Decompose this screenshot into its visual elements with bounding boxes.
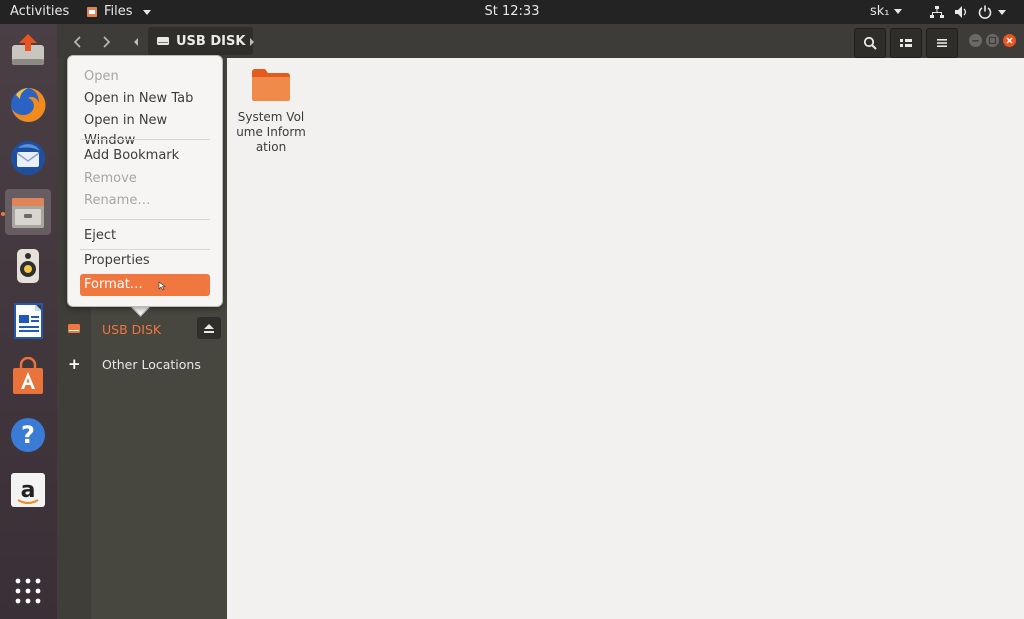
menu-item-eject[interactable]: Eject [84,226,116,246]
file-view[interactable] [227,58,1024,619]
search-icon [863,36,877,50]
context-menu: Open Open in New Tab Open in New Window … [67,55,223,307]
app-menu-label: Files [104,4,133,19]
maximize-icon [988,36,997,45]
svg-text:a: a [21,478,36,503]
close-icon [1006,37,1013,44]
amazon-icon: a [11,473,45,507]
dock-amazon[interactable]: a [5,467,51,513]
power-icon [978,5,992,19]
menu-item-open-new-tab[interactable]: Open in New Tab [84,89,193,109]
sidebar-item-label: Other Locations [102,356,201,372]
firefox-icon [11,87,46,122]
minimize-icon [972,40,979,42]
app-menu[interactable]: Files [86,0,151,24]
sidebar-item-other-locations[interactable]: + Other Locations [57,349,227,379]
forward-button[interactable] [97,28,115,56]
chevron-right-icon [103,36,111,48]
view-toggle-button[interactable] [890,28,922,58]
minimize-button[interactable] [969,34,982,47]
folder-label: System Volume Information [236,110,306,154]
top-bar: Activities Files St 12:33 sk₁ [0,0,1024,24]
clock[interactable]: St 12:33 [485,4,540,19]
folder-item[interactable]: System Volume Information [232,66,310,155]
chevron-down-icon [142,9,151,15]
volume-icon [955,6,967,18]
activities-button[interactable]: Activities [10,0,69,24]
menu-item-format[interactable]: Format… [80,274,210,296]
backup-icon [12,34,44,65]
menu-item-open-new-window[interactable]: Open in New Window [84,111,222,148]
folder-icon [252,69,290,101]
menu-separator [80,249,210,250]
network-icon [930,6,944,18]
menu-item-remove[interactable]: Remove [84,169,137,189]
dock-backup[interactable] [5,28,51,74]
list-view-icon [900,39,912,47]
eject-icon [204,323,214,333]
triangle-left-icon [134,38,138,46]
dock-show-applications[interactable] [5,568,51,614]
back-button[interactable] [69,28,87,56]
path-bar-label: USB DISK [176,33,246,49]
menu-item-open[interactable]: Open [84,67,119,87]
dock-writer[interactable] [5,298,51,344]
chevron-down-icon [893,9,902,14]
system-tray[interactable] [930,0,1006,24]
menu-item-add-bookmark[interactable]: Add Bookmark [84,146,179,166]
user-label: sk₁ [870,4,890,19]
dock-thunderbird[interactable] [5,135,51,181]
files-cabinet-icon [12,198,44,228]
speaker-icon [17,249,39,283]
path-scroll-right[interactable] [245,28,259,56]
dock-files[interactable] [5,189,51,235]
files-app-icon [87,7,97,17]
menu-item-format-label: Format… [84,277,143,292]
menu-button[interactable] [926,28,958,58]
path-bar-current[interactable]: USB DISK [148,27,254,55]
menu-separator [80,219,210,220]
thunderbird-icon [11,141,45,175]
running-indicator [1,212,5,216]
dock: ? a [0,24,57,619]
apps-grid-icon [15,578,41,604]
mouse-cursor-icon [158,281,166,291]
close-button[interactable] [1003,34,1016,47]
header-bar: USB DISK [57,24,1024,59]
menu-separator [80,139,210,140]
svg-text:?: ? [21,421,35,449]
software-bag-icon [13,357,43,394]
hamburger-menu-icon [937,39,947,47]
menu-item-properties[interactable]: Properties [84,251,150,271]
eject-button[interactable] [197,317,221,339]
writer-icon [14,303,43,339]
dock-help[interactable]: ? [5,412,51,458]
dock-firefox[interactable] [5,82,51,128]
usb-drive-icon [157,37,169,45]
usb-drive-icon [68,324,80,333]
triangle-right-icon [250,38,254,46]
maximize-button[interactable] [986,34,999,47]
chevron-left-icon [73,36,81,48]
path-scroll-left[interactable] [129,28,143,56]
sidebar-item-usb-disk[interactable]: USB DISK [57,314,227,344]
dock-rhythmbox[interactable] [5,243,51,289]
user-menu[interactable]: sk₁ [870,0,902,24]
chevron-down-icon [998,9,1006,15]
menu-item-rename[interactable]: Rename… [84,191,150,211]
plus-icon: + [68,355,81,373]
sidebar-item-label: USB DISK [102,321,162,337]
help-icon: ? [11,418,45,452]
search-button[interactable] [854,28,886,58]
dock-software[interactable] [5,354,51,400]
